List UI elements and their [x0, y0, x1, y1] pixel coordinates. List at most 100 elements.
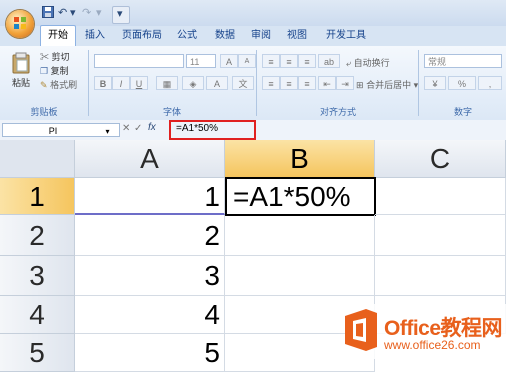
percent-button[interactable]: % — [448, 76, 476, 90]
cell-a3[interactable]: 3 — [75, 256, 225, 296]
select-all-corner[interactable] — [0, 140, 75, 178]
scissors-icon: ✂ — [40, 52, 50, 62]
ribbon: 粘贴 ✂ 剪切 ❐ 复制 ✎ 格式刷 剪贴板 11 A A B I U ▦ ◈ … — [0, 46, 506, 121]
align-bottom-button[interactable]: ≡ — [298, 54, 316, 68]
cell-b1[interactable]: =A1*50% — [225, 177, 376, 216]
comma-icon: , — [488, 79, 492, 89]
tab-developer[interactable]: 开发工具 — [320, 26, 372, 46]
name-box-value: PI — [48, 126, 58, 136]
column-header-b[interactable]: B — [225, 140, 375, 178]
save-icon[interactable] — [42, 6, 54, 22]
cell-c3[interactable] — [375, 256, 506, 296]
formula-cancel-icon[interactable]: ✕ — [122, 123, 130, 134]
format-painter-button[interactable]: ✎ 格式刷 — [40, 78, 77, 91]
paste-button[interactable]: 粘贴 — [8, 52, 34, 92]
cell-c2[interactable] — [375, 215, 506, 256]
wrap-icon: ⤶ — [346, 58, 352, 68]
fill-color-button[interactable]: ◈ — [182, 76, 204, 90]
cell-a4[interactable]: 4 — [75, 296, 225, 334]
cell-c1[interactable] — [375, 178, 506, 215]
decrease-indent-button[interactable]: ⇤ — [318, 76, 336, 90]
font-size-combo[interactable]: 11 — [186, 54, 216, 68]
align-top-icon: ≡ — [268, 57, 274, 67]
cut-button[interactable]: ✂ 剪切 — [40, 50, 70, 63]
align-middle-button[interactable]: ≡ — [280, 54, 298, 68]
clipboard-group-label: 剪贴板 — [30, 107, 58, 117]
align-left-icon: ≡ — [268, 79, 274, 89]
tab-home[interactable]: 开始 — [40, 25, 76, 47]
office-button[interactable] — [6, 10, 34, 38]
tab-data[interactable]: 数据 — [210, 26, 240, 46]
row-header-3[interactable]: 3 — [0, 256, 75, 296]
percent-label: % — [457, 79, 466, 89]
cell-a1[interactable]: 1 — [75, 178, 225, 215]
font-color-button[interactable]: A — [206, 76, 228, 90]
wrap-text-button[interactable]: ⤶ 自动换行 — [346, 56, 390, 69]
tab-view[interactable]: 视图 — [282, 26, 312, 46]
undo-dropdown-icon[interactable]: ▾ — [70, 6, 76, 22]
indent-icon: ⇥ — [341, 79, 349, 89]
number-format-combo[interactable]: 常规 — [424, 54, 502, 68]
shrink-font-button[interactable]: A — [238, 54, 256, 68]
align-left-button[interactable]: ≡ — [262, 76, 280, 90]
number-format-value: 常规 — [428, 57, 447, 67]
name-box[interactable]: PI ▾ — [2, 123, 120, 137]
row-header-5[interactable]: 5 — [0, 334, 75, 372]
orientation-button[interactable]: ab — [318, 54, 340, 68]
group-divider — [256, 50, 257, 116]
customize-qat-icon: ▾ — [117, 8, 123, 20]
tab-page-layout[interactable]: 页面布局 — [118, 26, 166, 46]
number-group-label: 数字 — [453, 107, 472, 117]
customize-qat-button[interactable]: ▾ — [112, 6, 130, 24]
clipboard-icon — [12, 52, 30, 74]
cell-b3[interactable] — [225, 256, 375, 296]
row-header-2[interactable]: 2 — [0, 215, 75, 256]
align-right-button[interactable]: ≡ — [298, 76, 316, 90]
row-header-4[interactable]: 4 — [0, 296, 75, 334]
redo-icon[interactable]: ↷ — [82, 6, 91, 22]
undo-icon[interactable]: ↶ — [58, 6, 67, 22]
merge-center-button[interactable]: ⊞ 合并后居中 ▾ — [356, 78, 418, 91]
ribbon-tabs: 开始 插入 页面布局 公式 数据 审阅 视图 开发工具 — [0, 25, 506, 47]
cell-a2[interactable]: 2 — [75, 215, 225, 256]
cell-a5[interactable]: 5 — [75, 334, 225, 372]
insert-function-icon[interactable]: fx — [148, 122, 156, 133]
watermark-url: www.office26.com — [384, 338, 481, 352]
name-box-dropdown-icon[interactable]: ▾ — [106, 127, 110, 136]
paste-label: 粘贴 — [11, 78, 30, 88]
merge-icon: ⊞ — [356, 80, 364, 90]
redo-dropdown-icon[interactable]: ▾ — [96, 6, 102, 22]
copy-button[interactable]: ❐ 复制 — [40, 64, 69, 77]
tab-insert[interactable]: 插入 — [80, 26, 110, 46]
phonetic-icon: 文 — [238, 79, 248, 89]
increase-indent-button[interactable]: ⇥ — [336, 76, 354, 90]
align-bottom-icon: ≡ — [304, 57, 310, 67]
align-top-button[interactable]: ≡ — [262, 54, 280, 68]
phonetic-button[interactable]: 文 — [232, 76, 254, 90]
underline-button[interactable]: U — [130, 76, 148, 90]
italic-button[interactable]: I — [112, 76, 130, 90]
align-right-icon: ≡ — [304, 79, 310, 89]
column-header-a[interactable]: A — [75, 140, 225, 178]
grow-font-button[interactable]: A — [220, 54, 238, 68]
tab-review[interactable]: 审阅 — [246, 26, 276, 46]
bold-button[interactable]: B — [94, 76, 112, 90]
font-size-value: 11 — [190, 57, 200, 67]
comma-button[interactable]: , — [478, 76, 502, 90]
cell-b2[interactable] — [225, 215, 375, 256]
row-header-1[interactable]: 1 — [0, 178, 75, 215]
copy-label: 复制 — [50, 66, 69, 76]
group-divider — [418, 50, 419, 116]
fill-bucket-icon: ◈ — [189, 79, 197, 89]
brush-icon: ✎ — [40, 80, 48, 90]
currency-button[interactable]: ¥ — [424, 76, 446, 90]
copy-icon: ❐ — [40, 66, 49, 76]
tab-formulas[interactable]: 公式 — [172, 26, 202, 46]
office-logo-icon — [345, 309, 377, 351]
align-center-button[interactable]: ≡ — [280, 76, 298, 90]
formula-enter-icon[interactable]: ✓ — [134, 123, 142, 134]
align-center-icon: ≡ — [286, 79, 292, 89]
font-name-combo[interactable] — [94, 54, 184, 68]
column-header-c[interactable]: C — [375, 140, 506, 178]
borders-button[interactable]: ▦ — [156, 76, 178, 90]
